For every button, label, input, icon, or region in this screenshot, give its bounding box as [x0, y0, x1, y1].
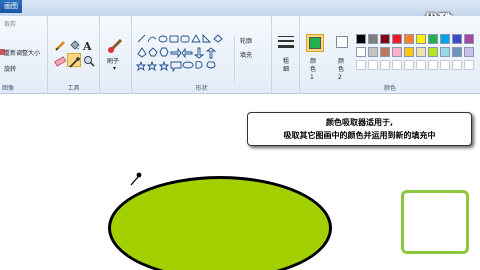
palette-swatch[interactable]: [416, 47, 426, 57]
colors-group: 颜色 1 颜色 2 颜色: [300, 16, 480, 94]
palette-swatch[interactable]: [440, 47, 450, 57]
tools-group: A 工具: [48, 16, 100, 94]
tooltip-line-1: 颜色吸取器适用于,: [325, 118, 394, 127]
palette-swatch[interactable]: [404, 34, 414, 44]
palette-swatch[interactable]: [428, 47, 438, 57]
palette-swatch[interactable]: [380, 34, 390, 44]
outline-button[interactable]: 轮廓: [240, 36, 252, 45]
custom-color-slot[interactable]: [392, 60, 402, 70]
custom-color-slot[interactable]: [428, 60, 438, 70]
size-button[interactable]: 粗细: [283, 58, 289, 74]
filled-ellipse-shape: [108, 176, 332, 270]
palette-swatch[interactable]: [464, 47, 474, 57]
eyedropper-cursor-icon: [130, 172, 142, 186]
rounded-rectangle-shape: [401, 190, 469, 254]
palette-swatch[interactable]: [392, 34, 402, 44]
resize-button[interactable]: 重新调整大小: [4, 48, 40, 57]
palette-swatch[interactable]: [380, 47, 390, 57]
brushes-group: 刷子 ▾: [100, 16, 132, 94]
palette-swatch[interactable]: [428, 34, 438, 44]
crop-button[interactable]: 裁剪: [4, 19, 16, 28]
shapes-group: 轮廓 填充 形状: [132, 16, 272, 94]
home-tab[interactable]: 画图: [0, 0, 22, 13]
tooltip-callout: 颜色吸取器适用于, 吸取其它图画中的颜色并运用到新的填充中: [247, 112, 472, 146]
custom-color-slot[interactable]: [452, 60, 462, 70]
image-group-label: 图像: [2, 85, 15, 92]
palette-swatch[interactable]: [356, 34, 366, 44]
line-medium: [278, 40, 294, 42]
brush-icon[interactable]: [107, 36, 125, 54]
custom-color-slot[interactable]: [356, 60, 366, 70]
tools-group-label: 工具: [67, 85, 80, 92]
shapes-group-label: 形状: [195, 85, 208, 92]
image-group: 裁剪 重新调整大小 旋转 图像: [0, 16, 48, 94]
color2-label: 颜色 2: [338, 58, 345, 81]
color-picker-icon: [69, 57, 80, 68]
color2-swatch[interactable]: [336, 36, 348, 48]
svg-text:A: A: [82, 40, 92, 51]
shapes-gallery[interactable]: [136, 34, 236, 84]
palette-swatch[interactable]: [368, 34, 378, 44]
palette-swatch[interactable]: [440, 34, 450, 44]
rotate-button[interactable]: 旋转: [4, 64, 16, 73]
ribbon: 裁剪 重新调整大小 旋转 图像 A 工具 刷子 ▾ 轮廓 填充 形状 粗细 颜色…: [0, 16, 480, 94]
colors-group-label: 颜色: [383, 85, 396, 92]
custom-color-slot[interactable]: [380, 60, 390, 70]
color1-label: 颜色 1: [310, 58, 317, 81]
custom-color-slot[interactable]: [464, 60, 474, 70]
palette-swatch[interactable]: [356, 47, 366, 57]
custom-color-slot[interactable]: [416, 60, 426, 70]
palette-swatch[interactable]: [416, 34, 426, 44]
size-group: 粗细: [272, 16, 300, 94]
color1-swatch: [309, 37, 321, 49]
brushes-dropdown-icon[interactable]: ▾: [113, 65, 116, 72]
pencil-icon[interactable]: [54, 40, 66, 52]
palette-swatch[interactable]: [452, 47, 462, 57]
eraser-icon[interactable]: [54, 55, 66, 67]
line-thin: [278, 36, 294, 37]
palette-swatch[interactable]: [392, 47, 402, 57]
fill-bucket-icon[interactable]: [68, 40, 80, 52]
palette-swatch[interactable]: [452, 34, 462, 44]
palette-swatch[interactable]: [404, 47, 414, 57]
custom-color-slot[interactable]: [440, 60, 450, 70]
color1-frame[interactable]: [306, 34, 324, 52]
magnifier-icon[interactable]: [83, 55, 95, 67]
palette-swatch[interactable]: [464, 34, 474, 44]
line-thick: [278, 45, 294, 48]
title-bar: 画图: [0, 0, 480, 16]
custom-color-slot[interactable]: [404, 60, 414, 70]
tooltip-line-2: 吸取其它图画中的颜色并运用到新的填充中: [283, 131, 436, 140]
brushes-button[interactable]: 刷子: [107, 56, 119, 65]
fill-button[interactable]: 填充: [240, 50, 252, 59]
color-picker-tool-selected[interactable]: [67, 53, 81, 68]
palette-swatch[interactable]: [368, 47, 378, 57]
text-tool-icon[interactable]: A: [82, 39, 94, 51]
custom-color-slot[interactable]: [368, 60, 378, 70]
